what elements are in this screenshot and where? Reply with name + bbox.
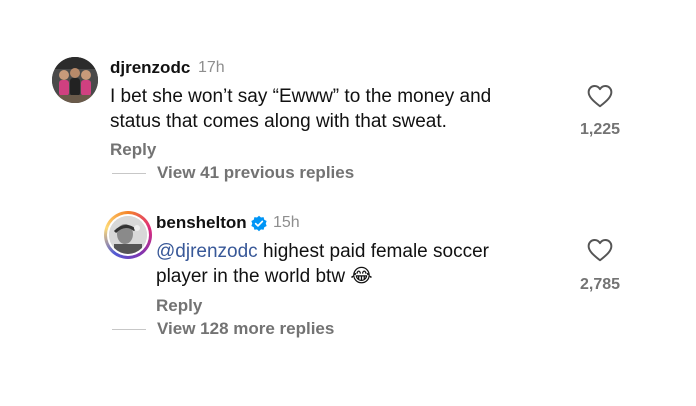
comment-text: I bet she won’t say “Ewww” to the money … [110, 86, 492, 132]
like-count: 1,225 [579, 121, 621, 138]
view-replies-label: View 128 more replies [157, 319, 335, 338]
comment-username[interactable]: benshelton [156, 213, 247, 233]
avatar-benshelton[interactable] [104, 211, 152, 259]
comment-timestamp: 17h [198, 59, 225, 76]
comment-timestamp: 15h [273, 214, 300, 231]
avatar-ring-gap [107, 214, 149, 256]
laughing-emoji-icon: 😂 [350, 266, 373, 287]
reply-button[interactable]: Reply [110, 140, 156, 160]
mention-link[interactable]: @djrenzodc [156, 241, 258, 262]
verified-badge-icon [251, 215, 267, 232]
avatar-photo [109, 216, 147, 254]
thread-divider [112, 172, 146, 174]
view-replies-button[interactable]: View 41 previous replies [112, 163, 354, 183]
comments-thread: djrenzodc 17h I bet she won’t say “Ewww”… [0, 0, 696, 406]
heart-outline-icon[interactable] [587, 84, 613, 108]
view-replies-label: View 41 previous replies [157, 163, 355, 182]
comment-username[interactable]: djrenzodc [110, 58, 190, 78]
heart-outline-icon[interactable] [587, 238, 613, 262]
view-replies-button[interactable]: View 128 more replies [112, 319, 334, 339]
comment-text: @djrenzodc highest paid female soccer pl… [156, 239, 536, 289]
thread-divider [112, 328, 146, 330]
like-count: 2,785 [579, 276, 621, 293]
group-photo-icon [52, 57, 98, 103]
reply-button[interactable]: Reply [156, 296, 202, 316]
avatar-djrenzodc[interactable] [52, 57, 98, 103]
person-photo-icon [109, 216, 147, 254]
